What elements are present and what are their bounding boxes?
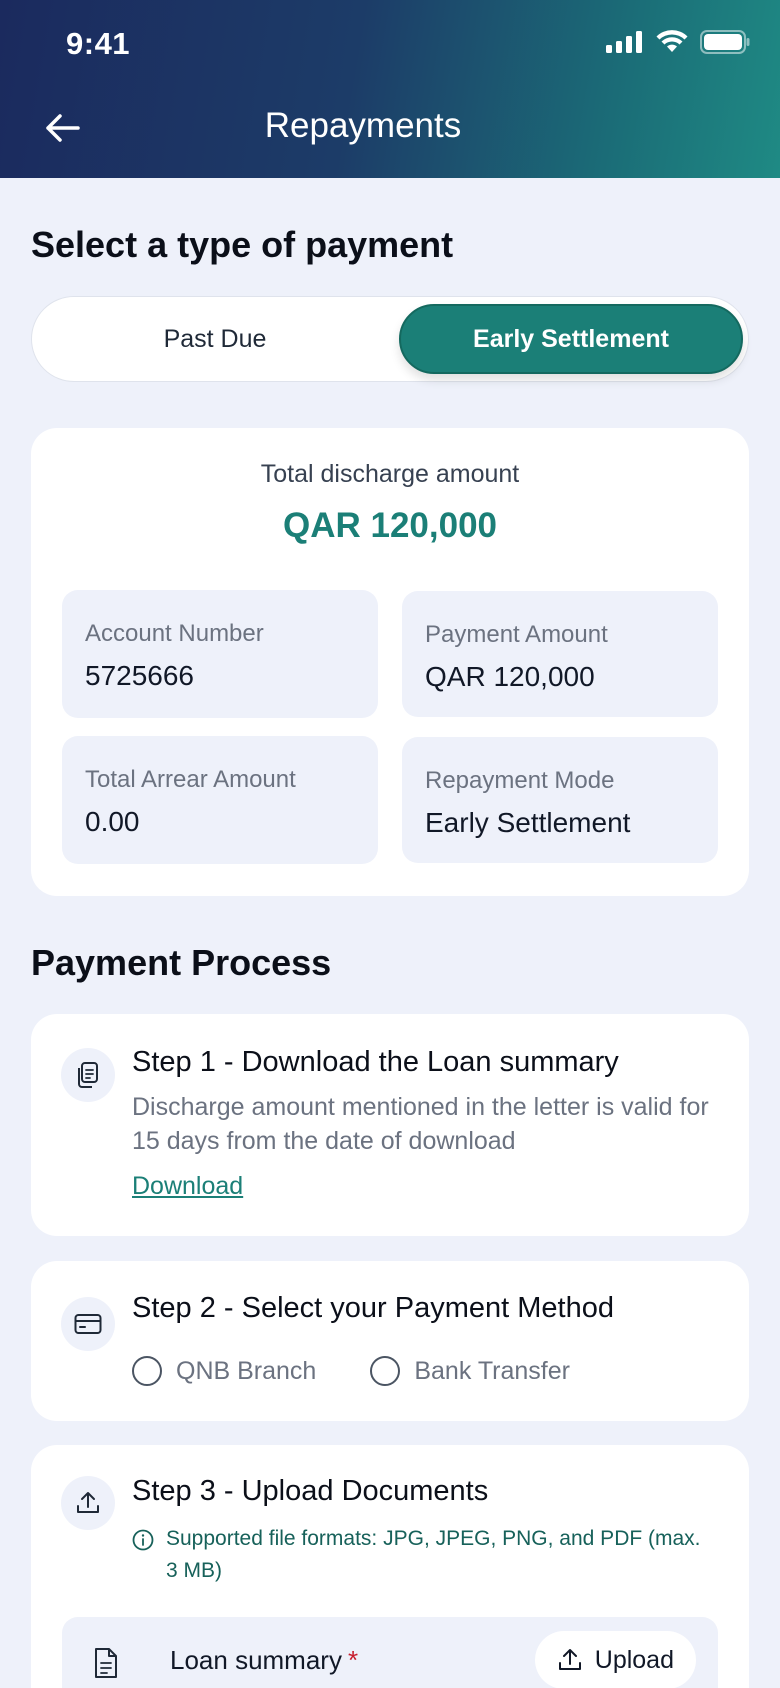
radio-label-bank-transfer[interactable]: Bank Transfer — [414, 1357, 570, 1386]
payment-process-heading: Payment Process — [31, 942, 332, 983]
info-icon — [132, 1529, 154, 1551]
step-3-title: Step 3 - Upload Documents — [132, 1475, 489, 1507]
battery-icon — [700, 30, 750, 54]
tile-label: Account Number — [85, 620, 264, 647]
repayment-mode-tile: Repayment Mode Early Settlement — [402, 737, 718, 863]
tile-value: 0.00 — [85, 806, 140, 837]
tile-value: 5725666 — [85, 660, 195, 691]
loan-summary-text: Loan summary — [170, 1645, 342, 1675]
upload-button[interactable]: Upload — [534, 1631, 696, 1688]
upload-button-label[interactable]: Upload — [595, 1646, 674, 1675]
step-1-description: Discharge amount mentioned in the letter… — [132, 1093, 709, 1155]
wifi-icon — [656, 30, 688, 52]
file-icon — [95, 1648, 117, 1678]
total-arrear-tile: Total Arrear Amount 0.00 — [62, 736, 378, 864]
total-discharge-amount: QAR 120,000 — [282, 506, 498, 545]
summary-card: Total discharge amount QAR 120,000 Accou… — [31, 428, 749, 896]
step-2-card: Step 2 - Select your Payment Method QNB … — [31, 1261, 749, 1421]
step-3-card: Step 3 - Upload Documents Supported file… — [31, 1445, 749, 1688]
segment-early-settlement[interactable]: Early Settlement — [399, 304, 743, 374]
required-mark: * — [347, 1645, 359, 1675]
radio-label-qnb-branch[interactable]: QNB Branch — [176, 1357, 316, 1386]
upload-arrow-icon — [558, 1649, 581, 1670]
segment-past-due[interactable]: Past Due — [40, 304, 390, 374]
step-1-card: Step 1 - Download the Loan summary Disch… — [31, 1014, 749, 1236]
payment-method-options: QNB Branch Bank Transfer — [132, 1356, 570, 1386]
payment-type-heading: Select a type of payment — [31, 224, 454, 265]
document-copy-icon — [61, 1048, 115, 1102]
step-1-title: Step 1 - Download the Loan summary — [132, 1046, 619, 1078]
tile-value: Early Settlement — [425, 807, 631, 838]
loan-summary-label: Loan summary * — [170, 1645, 358, 1676]
tile-label: Payment Amount — [425, 621, 608, 648]
step-2-title: Step 2 - Select your Payment Method — [132, 1292, 614, 1324]
status-time: 9:41 — [66, 26, 131, 61]
tile-label: Repayment Mode — [425, 767, 615, 794]
app-header: 9:41 Repayments — [0, 0, 780, 178]
status-icons — [606, 30, 750, 54]
page-title: Repayments — [264, 106, 462, 145]
file-format-note: Supported file formats: JPG, JPEG, PNG, … — [132, 1523, 706, 1587]
radio-qnb-branch[interactable] — [132, 1356, 162, 1386]
payment-amount-tile: Payment Amount QAR 120,000 — [402, 591, 718, 717]
download-link[interactable]: Download — [132, 1172, 243, 1201]
payment-type-toggle: Past Due Early Settlement — [31, 296, 749, 382]
tile-label: Total Arrear Amount — [85, 766, 296, 793]
tile-value: QAR 120,000 — [425, 661, 595, 692]
card-icon — [61, 1297, 115, 1351]
account-number-tile: Account Number 5725666 — [62, 590, 378, 718]
total-discharge-label: Total discharge amount — [260, 460, 520, 488]
upload-icon — [61, 1476, 115, 1530]
loan-summary-upload-row: Loan summary * Upload — [62, 1617, 718, 1688]
signal-icon — [606, 31, 642, 53]
radio-bank-transfer[interactable] — [370, 1356, 401, 1386]
file-format-note-text: Supported file formats: JPG, JPEG, PNG, … — [166, 1527, 701, 1582]
